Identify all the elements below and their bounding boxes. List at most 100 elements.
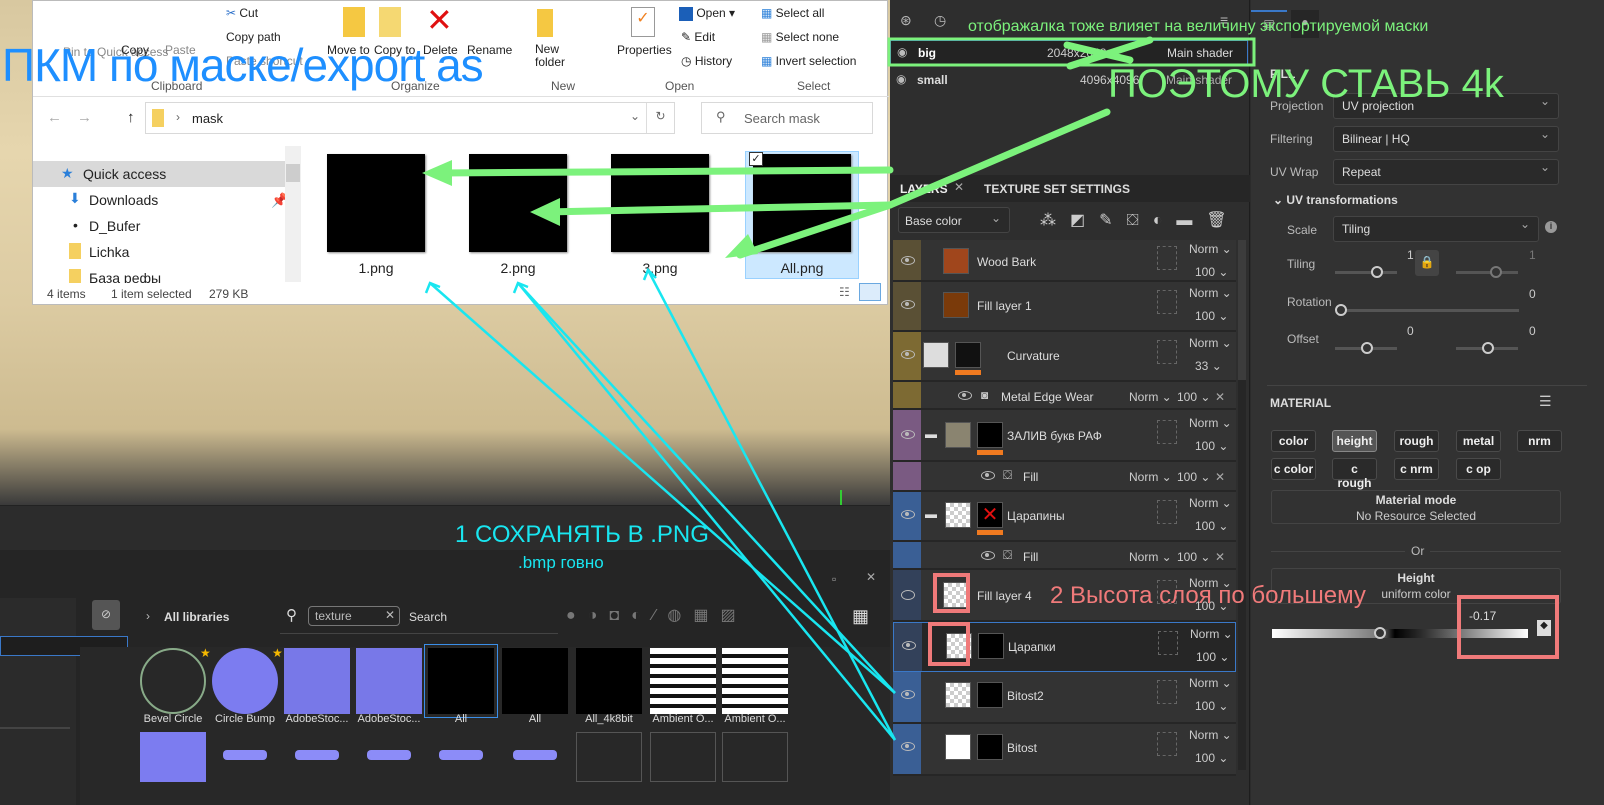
nav-lichka[interactable]: Lichka — [33, 239, 288, 265]
asset-thumbnail[interactable] — [650, 648, 716, 714]
slider-knob[interactable] — [1361, 342, 1373, 354]
sub-opacity-dropdown[interactable]: 100 ⌄ — [1177, 550, 1210, 564]
shelf-search-input[interactable]: texture ✕ — [308, 606, 400, 626]
eye-icon[interactable] — [901, 690, 915, 699]
forward-button[interactable]: → — [77, 109, 92, 126]
tab-layers[interactable]: LAYERS — [900, 182, 948, 196]
eye-icon[interactable]: ◉ — [897, 45, 907, 59]
asset-thumbnail[interactable] — [356, 648, 422, 714]
lock-ratio-button[interactable]: 🔒 — [1415, 250, 1439, 276]
grid-view-icon[interactable]: ▦ — [852, 606, 869, 627]
properties-button[interactable]: Properties — [617, 43, 672, 57]
eye-icon[interactable] — [901, 350, 915, 359]
rename-button[interactable]: Rename — [467, 43, 512, 57]
scrollbar-thumb[interactable] — [286, 164, 300, 182]
mask-thumbnail[interactable]: ✕ — [977, 502, 1003, 528]
properties-tab-icon[interactable]: ▤ — [1251, 10, 1287, 38]
blend-mode-dropdown[interactable]: Norm ⌄ — [1189, 576, 1232, 590]
open-button[interactable]: Open ▾ — [679, 6, 735, 21]
scale-dropdown[interactable]: Tiling — [1333, 216, 1539, 242]
details-view-button[interactable]: ☷ — [839, 285, 850, 299]
add-effect-icon[interactable]: ⁂ — [1040, 212, 1070, 229]
layer-mask-slot[interactable] — [1157, 290, 1177, 314]
file-thumbnail-1[interactable] — [327, 154, 425, 252]
opacity-dropdown[interactable]: 100 ⌄ — [1195, 751, 1228, 765]
layer-thumbnail[interactable] — [946, 633, 972, 659]
refresh-button[interactable]: ↻ — [646, 103, 674, 133]
opacity-dropdown[interactable]: 100 ⌄ — [1195, 309, 1228, 323]
layer-name[interactable]: Fill layer 1 — [977, 299, 1032, 313]
file-thumbnail-all[interactable] — [753, 154, 851, 252]
layers-scrollbar[interactable] — [1238, 240, 1246, 770]
eye-icon[interactable] — [901, 430, 915, 439]
file-name[interactable]: 3.png — [605, 260, 715, 276]
eye-icon[interactable] — [901, 742, 915, 751]
slider-knob[interactable] — [1482, 342, 1494, 354]
info-icon[interactable]: i — [1545, 221, 1557, 233]
eye-icon[interactable]: ◉ — [896, 72, 906, 86]
cut-button[interactable]: ✂ Cut — [226, 6, 258, 20]
blend-mode-dropdown[interactable]: Norm ⌄ — [1189, 336, 1232, 350]
asset-thumbnail[interactable] — [650, 732, 716, 782]
tab-texture-set-settings[interactable]: TEXTURE SET SETTINGS — [984, 182, 1130, 196]
asset-thumbnail[interactable] — [140, 648, 206, 714]
file-name[interactable]: 2.png — [463, 260, 573, 276]
offset-v-slider[interactable] — [1456, 342, 1518, 354]
channel-chip-rough[interactable]: rough — [1394, 430, 1439, 452]
layer-thumbnail[interactable] — [943, 582, 969, 608]
masks-filter-icon[interactable]: ◘ — [609, 607, 631, 624]
slider-knob[interactable] — [1490, 266, 1502, 278]
copy-to-button[interactable]: Copy to — [374, 43, 415, 57]
delete-button[interactable]: Delete — [423, 43, 458, 57]
hide-eye-icon[interactable]: ⊘ — [92, 600, 120, 630]
alphas-filter-icon[interactable]: ◍ — [667, 607, 693, 624]
scrollbar-thumb[interactable] — [1238, 240, 1246, 380]
opacity-dropdown[interactable]: 100 ⌄ — [1195, 519, 1228, 533]
sub-blend-dropdown[interactable]: Norm ⌄ — [1129, 390, 1172, 404]
layer-row[interactable]: Bitost2 Norm ⌄ 100 ⌄ — [893, 672, 1236, 724]
projection-dropdown[interactable]: UV projection — [1333, 93, 1559, 119]
opacity-dropdown[interactable]: 100 ⌄ — [1195, 265, 1228, 279]
sub-blend-dropdown[interactable]: Norm ⌄ — [1129, 550, 1172, 564]
paste-button[interactable]: Paste — [165, 43, 196, 57]
mask-thumbnail[interactable] — [977, 422, 1003, 448]
smart-material-icon[interactable]: ◐ — [1153, 212, 1177, 229]
channel-chip-c-op[interactable]: c op — [1456, 458, 1501, 480]
environments-filter-icon[interactable]: ▨ — [720, 607, 747, 624]
layer-mask-slot[interactable] — [1157, 732, 1177, 756]
layer-name[interactable]: Curvature — [1007, 349, 1060, 363]
close-icon[interactable]: ✕ — [866, 570, 876, 584]
asset-thumbnail[interactable] — [424, 644, 498, 718]
paste-shortcut-button[interactable]: Paste shortcut — [226, 54, 303, 68]
layer-mask-slot[interactable] — [1157, 500, 1177, 524]
uv-wrap-dropdown[interactable]: Repeat — [1333, 159, 1559, 185]
new-folder-button[interactable]: New folder — [535, 43, 565, 69]
asset-thumbnail[interactable] — [284, 648, 350, 714]
layer-row[interactable]: Bitost Norm ⌄ 100 ⌄ — [893, 724, 1236, 776]
mask-thumbnail[interactable] — [977, 682, 1003, 708]
channel-chip-metal[interactable]: metal — [1456, 430, 1501, 452]
smart-materials-filter-icon[interactable]: ◑ — [588, 607, 610, 624]
layer-thumbnail[interactable] — [945, 422, 971, 448]
layer-name[interactable]: Wood Bark — [977, 255, 1036, 269]
file-thumbnail-3[interactable] — [611, 154, 709, 252]
remove-effect-icon[interactable]: ✕ — [1215, 550, 1225, 564]
nav-quick-access[interactable]: ★ Quick access — [33, 161, 288, 187]
address-bar[interactable]: › mask ⌄ ↻ — [145, 102, 675, 134]
texture-set-row-small[interactable]: ◉ small 4096x4096 Main shader — [890, 68, 1248, 92]
all-libraries-label[interactable]: All libraries — [164, 610, 229, 624]
nav-downloads[interactable]: ⬇ Downloads 📌 — [33, 187, 288, 213]
blend-mode-dropdown[interactable]: Norm ⌄ — [1189, 286, 1232, 300]
layer-thumbnail[interactable] — [943, 248, 969, 274]
brush-icon[interactable]: ✎ — [1099, 212, 1126, 229]
select-none-button[interactable]: ▦ Select none — [761, 30, 839, 44]
display-settings-tab-icon[interactable]: ● — [1291, 10, 1319, 38]
height-value[interactable]: -0.17 — [1469, 609, 1496, 623]
eye-icon[interactable] — [901, 510, 915, 519]
layer-row[interactable]: ◙ Metal Edge Wear Norm ⌄ 100 ⌄ ✕ — [893, 382, 1236, 410]
edit-button[interactable]: ✎ Edit — [681, 30, 715, 44]
copy-button[interactable]: Copy — [121, 43, 149, 57]
copy-path-button[interactable]: Copy path — [226, 30, 281, 44]
menu-icon[interactable]: ≡ — [1220, 12, 1228, 28]
asset-thumbnail[interactable] — [722, 648, 788, 714]
